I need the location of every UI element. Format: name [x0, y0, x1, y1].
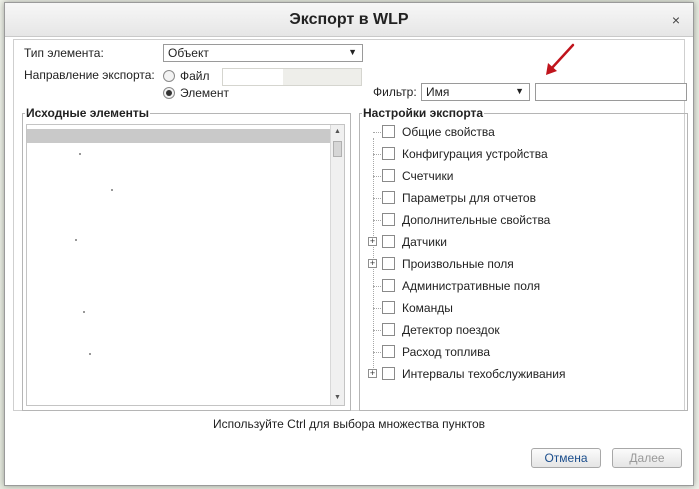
settings-checkbox[interactable]	[382, 191, 395, 204]
dialog-content: Тип элемента: Объект ▼ Направление экспо…	[13, 39, 688, 411]
list-item[interactable]	[111, 189, 113, 191]
plus-square-icon[interactable]: +	[368, 369, 377, 378]
filter-type-select[interactable]: Имя ▼	[421, 83, 530, 101]
settings-checkbox[interactable]	[382, 257, 395, 270]
settings-item-label: Датчики	[402, 235, 447, 249]
source-elements-group: Исходные элементы ▲ ▼	[22, 106, 351, 411]
export-wlp-dialog: Экспорт в WLP × Тип элемента: Объект ▼ Н…	[4, 2, 694, 486]
close-icon[interactable]: ×	[669, 13, 683, 27]
settings-checkbox[interactable]	[382, 169, 395, 182]
settings-checkbox[interactable]	[382, 301, 395, 314]
tree-branch-line	[373, 132, 381, 133]
element-type-select[interactable]: Объект ▼	[163, 44, 363, 62]
list-item-selected[interactable]	[27, 129, 331, 143]
element-type-value: Объект	[168, 46, 209, 60]
settings-item-label: Детектор поездок	[402, 323, 500, 337]
file-path-mask	[223, 69, 283, 85]
tree-branch-line	[373, 176, 381, 177]
list-item[interactable]	[79, 153, 81, 155]
scroll-down-icon[interactable]: ▼	[331, 392, 344, 404]
export-settings-group: Настройки экспорта Общие свойства Конфигу…	[359, 106, 688, 411]
tree-branch-line	[373, 308, 381, 309]
settings-item-label: Команды	[402, 301, 453, 315]
file-path-field	[222, 68, 362, 86]
settings-item-label: Расход топлива	[402, 345, 491, 359]
settings-item-label: Дополнительные свойства	[402, 213, 551, 227]
list-item[interactable]	[89, 353, 91, 355]
tree-branch-line	[373, 154, 381, 155]
plus-square-icon[interactable]: +	[368, 237, 377, 246]
plus-square-icon[interactable]: +	[368, 259, 377, 268]
scroll-up-icon[interactable]: ▲	[331, 126, 344, 138]
tree-branch-line	[373, 198, 381, 199]
tree-branch-line	[373, 330, 381, 331]
filter-type-value: Имя	[426, 85, 450, 99]
source-elements-title: Исходные элементы	[25, 106, 151, 120]
settings-checkbox[interactable]	[382, 147, 395, 160]
settings-checkbox[interactable]	[382, 345, 395, 358]
export-direction-label: Направление экспорта:	[24, 68, 155, 82]
triangle-down-icon: ▼	[348, 47, 357, 57]
tree-branch-line	[373, 352, 381, 353]
list-item[interactable]	[83, 311, 85, 313]
settings-checkbox[interactable]	[382, 125, 395, 138]
list-scrollbar[interactable]: ▲ ▼	[330, 125, 344, 405]
list-item[interactable]	[75, 239, 77, 241]
settings-item-label: Счетчики	[402, 169, 454, 183]
settings-item-label: Интервалы техобслуживания	[402, 367, 566, 381]
radio-file-button[interactable]	[163, 70, 175, 82]
element-type-label: Тип элемента:	[24, 46, 104, 60]
cancel-button[interactable]: Отмена	[531, 448, 601, 468]
settings-checkbox[interactable]	[382, 213, 395, 226]
scroll-thumb[interactable]	[333, 141, 342, 157]
red-arrow-icon	[546, 43, 575, 75]
tree-branch-line	[373, 220, 381, 221]
export-settings-title: Настройки экспорта	[362, 106, 485, 120]
dialog-title: Экспорт в WLP	[289, 11, 409, 28]
filter-label: Фильтр:	[373, 85, 417, 99]
tree-branch-line	[373, 286, 381, 287]
settings-checkbox[interactable]	[382, 367, 395, 380]
settings-item-label: Произвольные поля	[402, 257, 514, 271]
source-elements-list[interactable]: ▲ ▼	[26, 124, 345, 406]
radio-element[interactable]: Элемент	[163, 85, 229, 101]
multi-select-hint: Используйте Ctrl для выбора множества пу…	[212, 417, 486, 431]
settings-item-label: Общие свойства	[402, 125, 495, 139]
settings-checkbox[interactable]	[382, 235, 395, 248]
radio-element-label: Элемент	[180, 86, 229, 100]
list-item[interactable]	[93, 405, 95, 406]
next-button[interactable]: Далее	[612, 448, 682, 468]
filter-text-input[interactable]	[535, 83, 687, 101]
settings-checkbox[interactable]	[382, 323, 395, 336]
triangle-down-icon: ▼	[515, 86, 524, 96]
settings-item-label: Конфигурация устройства	[402, 147, 548, 161]
settings-item-label: Административные поля	[402, 279, 541, 293]
radio-element-button[interactable]	[163, 87, 175, 99]
radio-file[interactable]: Файл	[163, 68, 210, 84]
settings-checkbox[interactable]	[382, 279, 395, 292]
radio-file-label: Файл	[180, 69, 210, 83]
settings-item-label: Параметры для отчетов	[402, 191, 536, 205]
dialog-titlebar: Экспорт в WLP ×	[5, 3, 693, 37]
